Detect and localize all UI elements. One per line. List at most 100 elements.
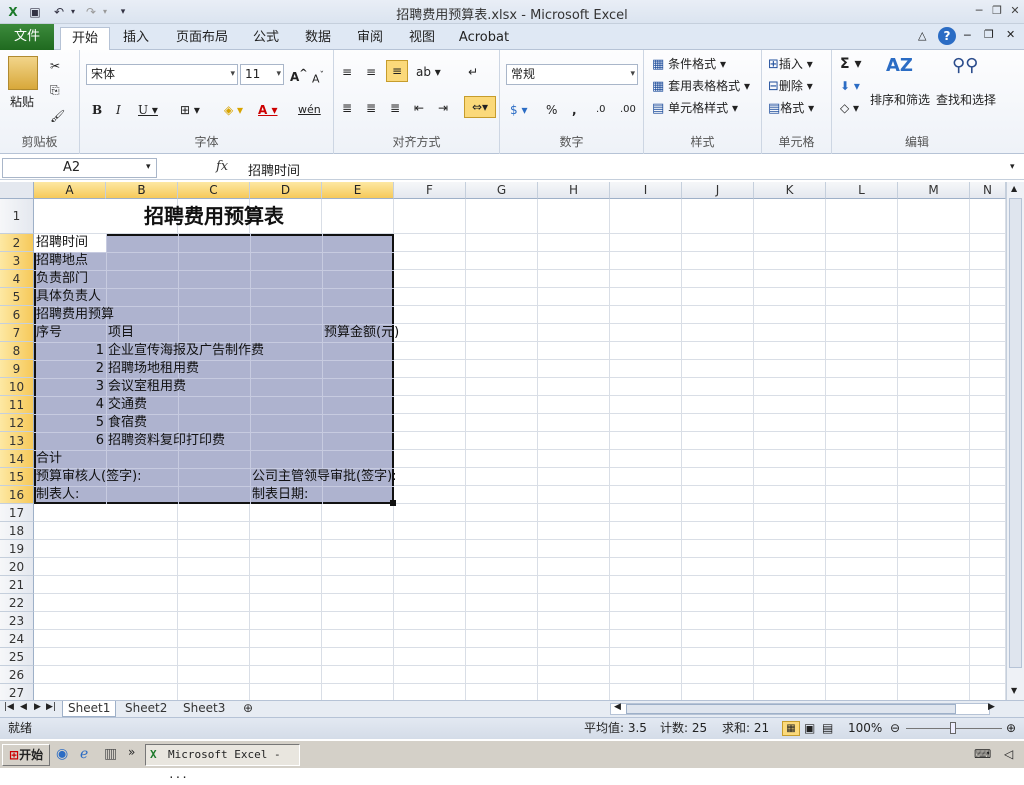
- grow-font-icon[interactable]: A^: [290, 64, 308, 87]
- copy-icon[interactable]: ⎘: [50, 80, 60, 100]
- column-header-a[interactable]: A: [34, 182, 106, 199]
- cell-styles-button[interactable]: ▤ 单元格样式 ▾: [652, 98, 738, 119]
- sheet-tab-sheet3[interactable]: Sheet3: [178, 701, 230, 717]
- row-header-3[interactable]: 3: [0, 252, 34, 270]
- vertical-scroll-thumb[interactable]: [1009, 198, 1022, 668]
- row-header-14[interactable]: 14: [0, 450, 34, 468]
- item-no[interactable]: 3: [34, 378, 104, 396]
- sheet-tab-sheet2[interactable]: Sheet2: [120, 701, 172, 717]
- fill-handle[interactable]: [390, 500, 396, 506]
- scroll-left-icon[interactable]: ◀: [614, 702, 621, 712]
- row-header-1[interactable]: 1: [0, 199, 34, 234]
- conditional-formatting-button[interactable]: ▦ 条件格式 ▾: [652, 54, 726, 75]
- horizontal-scroll-thumb[interactable]: [626, 704, 956, 714]
- tab-insert[interactable]: 插入: [116, 27, 156, 50]
- doc-close-icon[interactable]: ✕: [1006, 28, 1015, 41]
- align-bottom-icon[interactable]: ≡: [386, 60, 408, 82]
- item-name[interactable]: 会议室租用费: [108, 378, 186, 396]
- delete-cells-button[interactable]: ⊟删除 ▾: [768, 76, 813, 97]
- paste-button[interactable]: 粘贴: [10, 92, 34, 112]
- row-header-26[interactable]: 26: [0, 666, 34, 684]
- row-header-4[interactable]: 4: [0, 270, 34, 288]
- item-name[interactable]: 招聘场地租用费: [108, 360, 199, 378]
- font-color-icon[interactable]: A ▾: [258, 100, 278, 120]
- increase-indent-icon[interactable]: ⇥: [438, 98, 448, 118]
- format-painter-icon[interactable]: 🖌: [50, 106, 65, 126]
- column-header-j[interactable]: J: [682, 182, 754, 199]
- insert-cells-button[interactable]: ⊞插入 ▾: [768, 54, 813, 75]
- row-header-10[interactable]: 10: [0, 378, 34, 396]
- column-header-k[interactable]: K: [754, 182, 826, 199]
- column-header-b[interactable]: B: [106, 182, 178, 199]
- cell-a5[interactable]: 具体负责人: [36, 288, 101, 306]
- start-button[interactable]: ⊞开始: [2, 744, 50, 766]
- item-name[interactable]: 食宿费: [108, 414, 147, 432]
- format-as-table-button[interactable]: ▦ 套用表格格式 ▾: [652, 76, 750, 97]
- row-header-8[interactable]: 8: [0, 342, 34, 360]
- quicklaunch-app-icon[interactable]: ▥: [104, 746, 117, 762]
- row-header-11[interactable]: 11: [0, 396, 34, 414]
- row-header-7[interactable]: 7: [0, 324, 34, 342]
- row-header-21[interactable]: 21: [0, 576, 34, 594]
- zoom-level[interactable]: 100%: [848, 718, 882, 738]
- number-format-select[interactable]: 常规 ▾: [506, 64, 638, 85]
- column-header-d[interactable]: D: [250, 182, 322, 199]
- next-sheet-icon[interactable]: ▶: [34, 702, 41, 712]
- cell-a16[interactable]: 制表人:: [36, 486, 79, 504]
- select-all-corner[interactable]: [0, 182, 34, 199]
- fill-icon[interactable]: ⬇ ▾: [840, 76, 860, 96]
- column-header-m[interactable]: M: [898, 182, 970, 199]
- paste-icon[interactable]: [8, 56, 38, 90]
- zoom-in-icon[interactable]: ⊕: [1006, 718, 1016, 738]
- volume-icon[interactable]: ◁: [1004, 747, 1013, 761]
- wrap-text-icon[interactable]: ↵: [468, 62, 478, 82]
- align-right-icon[interactable]: ≣: [390, 98, 400, 118]
- doc-minimize-icon[interactable]: ─: [964, 29, 971, 42]
- doc-restore-icon[interactable]: ❐: [984, 28, 994, 41]
- zoom-slider-thumb[interactable]: [950, 722, 956, 734]
- phonetic-guide-icon[interactable]: wén: [298, 100, 321, 120]
- row-header-20[interactable]: 20: [0, 558, 34, 576]
- cell-a15[interactable]: 预算审核人(签字):: [36, 468, 142, 486]
- italic-button[interactable]: I: [116, 100, 121, 120]
- percent-icon[interactable]: %: [546, 100, 557, 120]
- insert-sheet-icon[interactable]: ⊕: [238, 701, 258, 717]
- clear-icon[interactable]: ◇ ▾: [840, 98, 859, 118]
- format-cells-button[interactable]: ▤格式 ▾: [768, 98, 814, 119]
- page-layout-view-icon[interactable]: ▣: [804, 718, 815, 738]
- sort-filter-button[interactable]: 排序和筛选: [870, 90, 930, 110]
- item-no[interactable]: 2: [34, 360, 104, 378]
- worksheet-grid[interactable]: ABCDEFGHIJKLMN 1 2 3 4 5 6 7 8 9 10 11 12 13 14 15 16 17…: [0, 182, 1006, 702]
- autosum-icon[interactable]: Σ ▾: [840, 54, 861, 74]
- column-header-g[interactable]: G: [466, 182, 538, 199]
- row-header-13[interactable]: 13: [0, 432, 34, 450]
- prev-sheet-icon[interactable]: ◀: [20, 702, 27, 712]
- column-header-f[interactable]: F: [394, 182, 466, 199]
- insert-function-icon[interactable]: fx: [216, 159, 228, 174]
- taskbar-excel-window[interactable]: X Microsoft Excel - ...: [145, 744, 300, 781]
- orientation-icon[interactable]: ab ▾: [416, 62, 441, 82]
- tab-page-layout[interactable]: 页面布局: [170, 27, 234, 50]
- align-center-icon[interactable]: ≣: [366, 98, 376, 118]
- comma-icon[interactable]: ,: [572, 100, 577, 120]
- page-break-view-icon[interactable]: ▤: [822, 718, 833, 738]
- item-no[interactable]: 5: [34, 414, 104, 432]
- row-header-15[interactable]: 15: [0, 468, 34, 486]
- cut-icon[interactable]: ✂: [50, 56, 60, 76]
- cell-e7[interactable]: 预算金额(元): [324, 324, 399, 342]
- decrease-indent-icon[interactable]: ⇤: [414, 98, 424, 118]
- help-icon[interactable]: ?: [938, 27, 956, 45]
- first-sheet-icon[interactable]: |◀: [4, 702, 14, 712]
- align-left-icon[interactable]: ≣: [342, 98, 352, 118]
- bold-button[interactable]: B: [92, 100, 102, 120]
- tab-home[interactable]: 开始: [60, 27, 110, 51]
- tab-acrobat[interactable]: Acrobat: [456, 27, 512, 50]
- keyboard-icon[interactable]: ⌨: [974, 747, 991, 761]
- align-top-icon[interactable]: ≡: [342, 62, 352, 82]
- row-header-16[interactable]: 16: [0, 486, 34, 504]
- row-header-23[interactable]: 23: [0, 612, 34, 630]
- cell-a4[interactable]: 负责部门: [36, 270, 88, 288]
- cell-a3[interactable]: 招聘地点: [36, 252, 88, 270]
- increase-decimal-icon[interactable]: .0: [596, 100, 606, 120]
- cell-d15[interactable]: 公司主管领导审批(签字):: [252, 468, 397, 486]
